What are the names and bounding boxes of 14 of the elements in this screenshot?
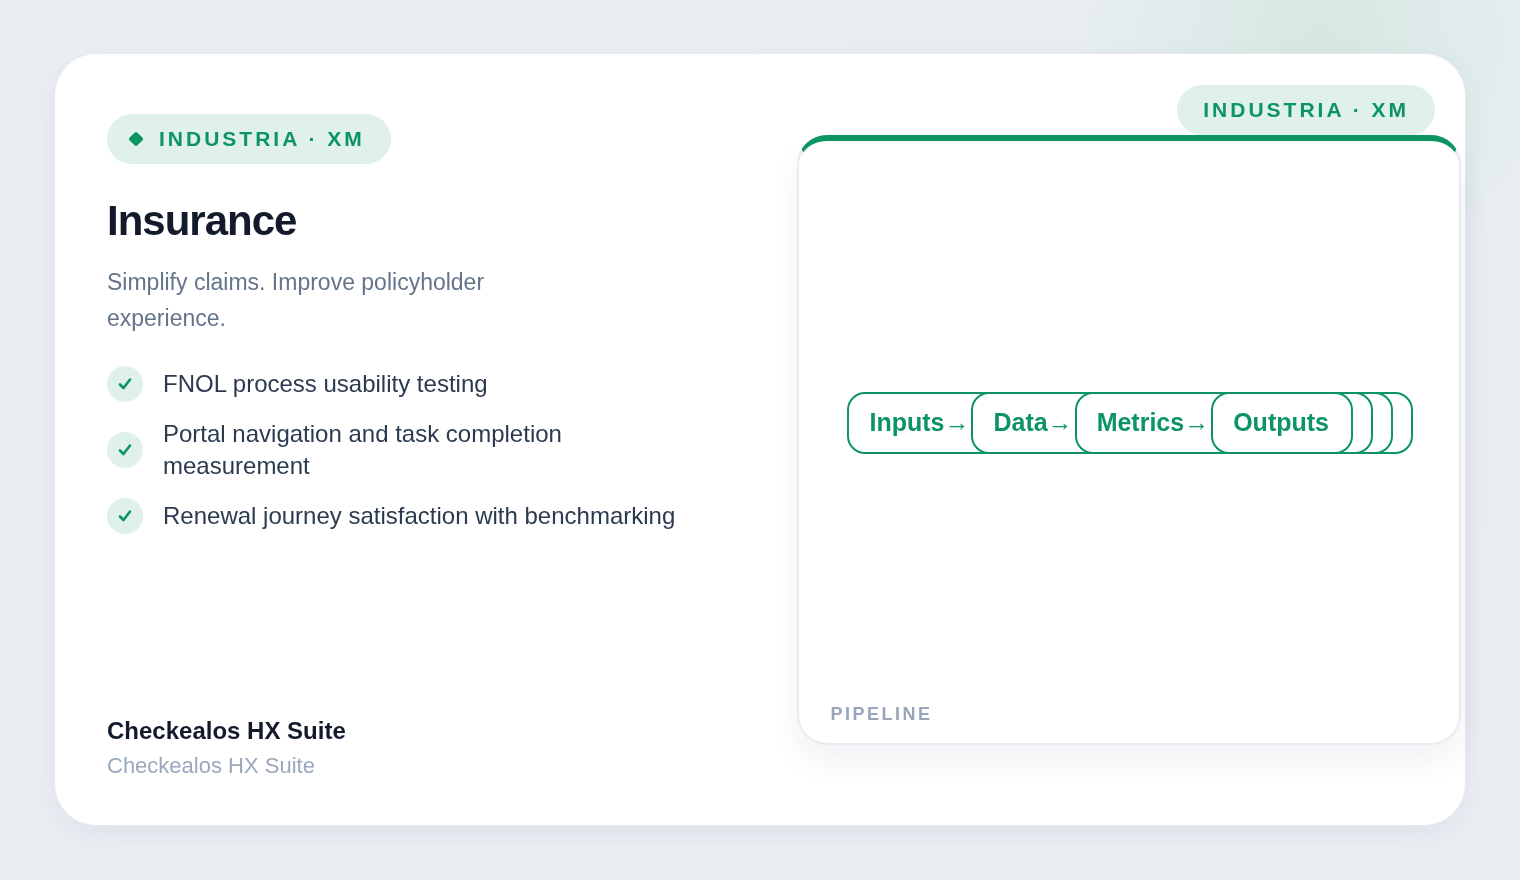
feature-text: Portal navigation and task completion measurement — [163, 419, 563, 482]
badge-label: INDUSTRIA · XM — [159, 127, 365, 151]
product-subtitle: Checkealos HX Suite — [107, 753, 316, 779]
feature-text: Renewal journey satisfaction with benchmarking — [163, 501, 676, 532]
step-label: Metrics→ — [1096, 408, 1211, 437]
card-title: Insurance — [107, 198, 298, 245]
product-name: Checkealos HX Suite — [107, 717, 347, 745]
industry-badge: INDUSTRIA · XM — [1177, 85, 1435, 135]
feature-text: FNOL process usability testing — [163, 369, 488, 400]
card-subtitle: Simplify claims. Improve policyholder experience. — [107, 268, 486, 334]
step-label: Outputs — [1233, 408, 1330, 437]
step-label: Inputs→ — [869, 408, 971, 437]
step-label: Data→ — [993, 408, 1074, 437]
panel-caption: PIPELINE — [829, 704, 934, 726]
